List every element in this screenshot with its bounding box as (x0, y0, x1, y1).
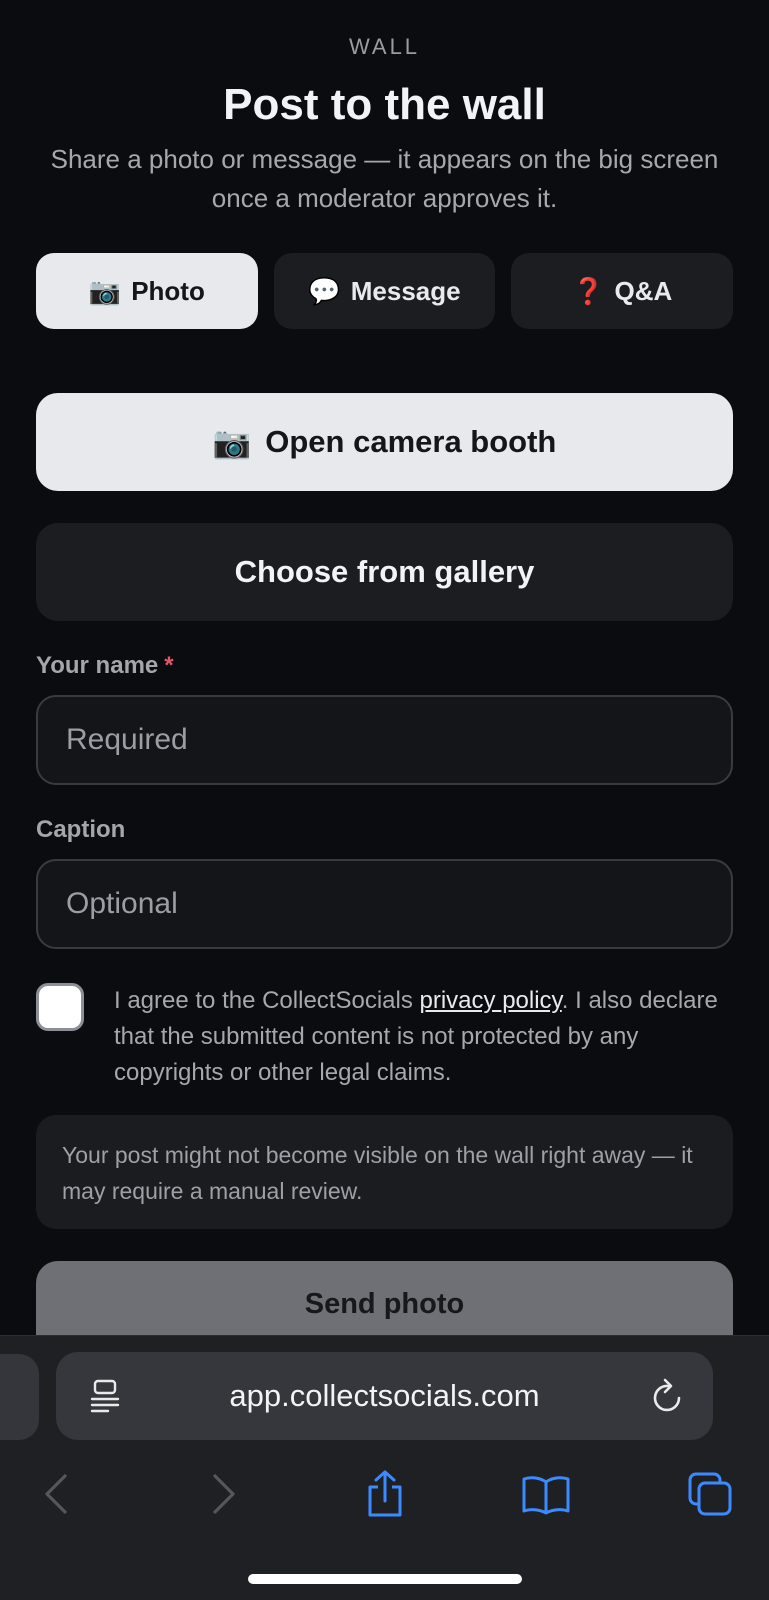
tab-label: Message (350, 275, 461, 306)
reader-mode-icon[interactable] (90, 1379, 120, 1413)
camera-icon: 📷 (212, 424, 252, 460)
name-label-text: Your name (36, 652, 159, 679)
button-label: Open camera booth (265, 424, 557, 459)
page-title: Post to the wall (223, 80, 546, 129)
previous-tab-preview[interactable] (0, 1354, 39, 1440)
post-type-tabs: 📷 Photo 💬 Message ❓ Q&A (36, 253, 734, 329)
question-mark-icon: ❓ (572, 275, 605, 306)
tab-label: Q&A (614, 275, 673, 306)
name-label: Your name * (36, 652, 174, 680)
back-button[interactable] (28, 1466, 84, 1522)
share-button[interactable] (357, 1466, 413, 1522)
name-input[interactable] (36, 695, 733, 785)
forward-button[interactable] (196, 1466, 252, 1522)
address-bar[interactable]: app.collectsocials.com (56, 1352, 713, 1440)
home-indicator[interactable] (248, 1574, 522, 1584)
review-notice: Your post might not become visible on th… (36, 1115, 733, 1229)
required-mark: * (164, 652, 174, 679)
back-arrow-icon (45, 1474, 67, 1514)
camera-icon: 📷 (88, 275, 122, 306)
tabs-icon (688, 1472, 732, 1516)
caption-input[interactable] (36, 859, 733, 949)
tab-message[interactable]: 💬 Message (273, 253, 496, 329)
page: WALL Post to the wall Share a photo or m… (0, 0, 769, 1600)
page-subtitle: Share a photo or message — it appears on… (50, 144, 719, 213)
tab-qa[interactable]: ❓ Q&A (511, 253, 734, 329)
consent-text: I agree to the CollectSocials privacy po… (114, 983, 733, 1091)
privacy-policy-link[interactable]: privacy policy (420, 987, 562, 1014)
tab-photo[interactable]: 📷 Photo (36, 253, 258, 329)
open-camera-booth-button[interactable]: 📷 Open camera booth (36, 393, 733, 491)
consent-checkbox[interactable] (36, 983, 84, 1031)
share-icon (368, 1470, 402, 1517)
tab-label: Photo (131, 275, 205, 306)
browser-toolbar (0, 1466, 769, 1536)
bookmarks-icon (522, 1476, 570, 1515)
bookmarks-button[interactable] (518, 1466, 574, 1522)
url-text: app.collectsocials.com (229, 1378, 540, 1413)
browser-chrome: app.collectsocials.com (0, 1335, 769, 1600)
choose-from-gallery-button[interactable]: Choose from gallery (36, 523, 733, 621)
caption-label: Caption (36, 816, 126, 843)
tabs-button[interactable] (682, 1466, 738, 1522)
consent-row: I agree to the CollectSocials privacy po… (36, 983, 733, 1091)
forward-arrow-icon (213, 1474, 235, 1514)
consent-text-before: I agree to the CollectSocials (114, 987, 420, 1014)
eyebrow-label: WALL (348, 34, 421, 59)
speech-bubble-icon: 💬 (308, 275, 341, 306)
reload-icon[interactable] (651, 1376, 685, 1414)
